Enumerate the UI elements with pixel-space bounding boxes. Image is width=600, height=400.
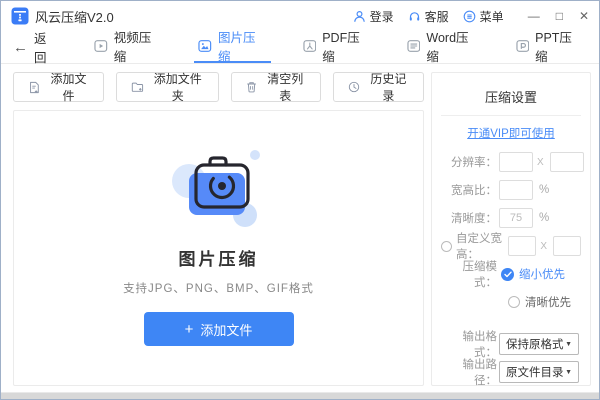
- tab-word-compress[interactable]: Word压缩: [403, 31, 484, 63]
- compress-mode-row: 压缩模式： 缩小优先: [441, 264, 581, 284]
- clarity-input[interactable]: [499, 208, 533, 228]
- custom-size-radio[interactable]: [441, 241, 452, 252]
- clarity-row: 清晰度： %: [441, 208, 581, 228]
- custom-width-input[interactable]: [508, 236, 536, 256]
- custom-height-input[interactable]: [553, 236, 581, 256]
- custom-size-row: 自定义宽高： X: [441, 236, 581, 256]
- plus-icon: +: [185, 322, 194, 337]
- titlebar-actions: 登录 客服 菜单 — □ ✕: [353, 8, 589, 25]
- support-button[interactable]: 客服: [408, 8, 449, 25]
- video-icon: [94, 39, 108, 53]
- dropzone-subtitle: 支持JPG、PNG、BMP、GIF格式: [123, 280, 314, 296]
- multiply-glyph: X: [537, 157, 544, 168]
- tab-video-compress[interactable]: 视频压缩: [90, 31, 166, 63]
- tab-pdf-compress[interactable]: PDF压缩: [299, 31, 375, 63]
- percent-glyph: %: [539, 184, 549, 196]
- clear-list-label: 清空列表: [265, 70, 306, 104]
- compress-tabs: 视频压缩 图片压缩 PDF压缩: [90, 31, 587, 63]
- tab-image-compress[interactable]: 图片压缩: [194, 31, 270, 63]
- clarity-first-label: 清晰优先: [525, 294, 571, 310]
- add-files-label: 添加文件: [200, 320, 252, 339]
- minimize-button[interactable]: —: [528, 10, 540, 22]
- chevron-down-icon: ▼: [565, 341, 572, 348]
- back-label: 返回: [34, 28, 58, 66]
- tab-label: PPT压缩: [535, 27, 583, 65]
- app-logo-icon: [11, 7, 29, 25]
- percent-glyph: %: [539, 212, 549, 224]
- titlebar: 风云压缩V2.0 登录 客服: [1, 1, 599, 31]
- history-button[interactable]: 历史记录: [333, 72, 424, 102]
- back-button[interactable]: ← 返回: [13, 31, 58, 63]
- login-label: 登录: [370, 8, 394, 25]
- back-arrow-icon: ←: [13, 39, 28, 56]
- clarity-first-radio[interactable]: [508, 296, 520, 308]
- tab-label: 视频压缩: [114, 27, 163, 65]
- add-folder-button[interactable]: 添加文件夹: [116, 72, 218, 102]
- output-path-value: 原文件目录: [506, 364, 564, 380]
- output-format-value: 保持原格式: [506, 336, 564, 352]
- menu-icon: [463, 10, 476, 23]
- user-icon: [353, 10, 366, 23]
- output-path-label: 输出路径：: [441, 356, 497, 388]
- maximize-button[interactable]: □: [556, 10, 563, 22]
- menu-label: 菜单: [480, 8, 504, 25]
- main-area: 添加文件 添加文件夹 清空列表: [1, 64, 599, 392]
- add-file-button[interactable]: 添加文件: [13, 72, 104, 102]
- trash-icon: [246, 80, 257, 94]
- chevron-down-icon: ▼: [565, 369, 572, 376]
- resolution-label: 分辨率：: [441, 154, 497, 170]
- aspect-ratio-input[interactable]: [499, 180, 533, 200]
- tab-label: 图片压缩: [218, 27, 267, 65]
- add-files-primary-button[interactable]: + 添加文件: [144, 312, 294, 346]
- output-format-row: 输出格式： 保持原格式 ▼: [441, 334, 581, 354]
- pdf-icon: [303, 39, 317, 53]
- clarity-label: 清晰度：: [441, 210, 497, 226]
- app-title: 风云压缩V2.0: [35, 7, 114, 26]
- window-bottom-edge: [1, 392, 599, 399]
- resolution-width-input[interactable]: [499, 152, 533, 172]
- left-column: 添加文件 添加文件夹 清空列表: [13, 72, 424, 386]
- compress-mode-label: 压缩模式：: [441, 258, 497, 290]
- add-file-label: 添加文件: [48, 70, 89, 104]
- close-button[interactable]: ✕: [579, 10, 589, 22]
- clock-icon: [348, 80, 360, 94]
- camera-illustration-icon: [167, 143, 271, 233]
- settings-panel: 压缩设置 开通VIP即可使用 分辨率： X 宽高比： % 清晰度： % 自定义宽: [431, 72, 591, 386]
- support-label: 客服: [425, 8, 449, 25]
- word-icon: [407, 39, 421, 53]
- history-label: 历史记录: [368, 70, 409, 104]
- nav-bar: ← 返回 视频压缩 图片压缩: [1, 31, 599, 64]
- tab-ppt-compress[interactable]: PPT压缩: [512, 31, 588, 63]
- output-path-select[interactable]: 原文件目录 ▼: [499, 361, 579, 383]
- ppt-icon: [516, 39, 530, 53]
- menu-button[interactable]: 菜单: [463, 8, 504, 25]
- login-button[interactable]: 登录: [353, 8, 394, 25]
- file-plus-icon: [28, 80, 40, 95]
- add-folder-label: 添加文件夹: [152, 70, 204, 104]
- settings-title: 压缩设置: [441, 83, 581, 116]
- resolution-height-input[interactable]: [550, 152, 584, 172]
- aspect-ratio-label: 宽高比：: [441, 182, 497, 198]
- image-icon: [198, 39, 212, 53]
- clarity-first-row: 清晰优先: [503, 292, 581, 312]
- resolution-row: 分辨率： X: [441, 152, 581, 172]
- output-format-select[interactable]: 保持原格式 ▼: [499, 333, 579, 355]
- tab-label: PDF压缩: [322, 27, 371, 65]
- multiply-glyph: X: [540, 241, 547, 252]
- clear-list-button[interactable]: 清空列表: [231, 72, 321, 102]
- file-toolbar: 添加文件 添加文件夹 清空列表: [13, 72, 424, 102]
- image-dropzone[interactable]: 图片压缩 支持JPG、PNG、BMP、GIF格式 + 添加文件: [13, 110, 424, 386]
- headset-icon: [408, 10, 421, 23]
- aspect-ratio-row: 宽高比： %: [441, 180, 581, 200]
- folder-plus-icon: [131, 80, 144, 94]
- dropzone-title: 图片压缩: [179, 245, 259, 270]
- shrink-first-radio[interactable]: [501, 268, 514, 281]
- output-path-row: 输出路径： 原文件目录 ▼: [441, 362, 581, 382]
- window-controls: — □ ✕: [528, 10, 589, 22]
- check-icon: [504, 271, 512, 278]
- tab-label: Word压缩: [426, 27, 479, 65]
- vip-upgrade-link[interactable]: 开通VIP即可使用: [441, 125, 581, 141]
- app-window: 风云压缩V2.0 登录 客服: [0, 0, 600, 400]
- shrink-first-label: 缩小优先: [519, 266, 565, 282]
